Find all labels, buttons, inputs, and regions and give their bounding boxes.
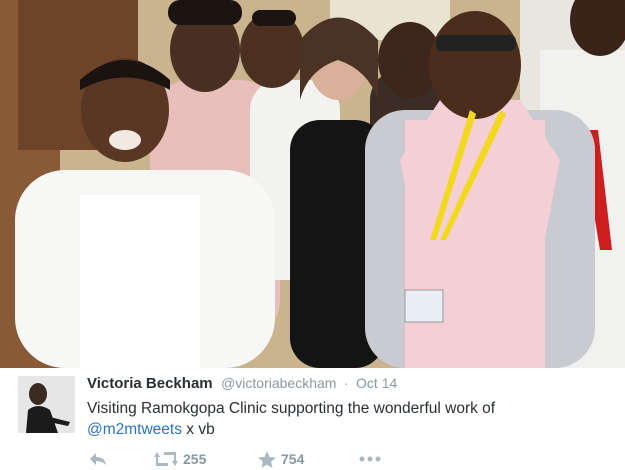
avatar-image [18,376,75,433]
tweet-timestamp[interactable]: Oct 14 [356,375,397,391]
favorite-count: 754 [281,451,305,467]
author-screen-name[interactable]: @victoriabeckham [221,375,336,391]
tweet-body: Victoria Beckham @victoriabeckham · Oct … [0,368,625,470]
tweet-photo[interactable] [0,0,625,368]
avatar[interactable] [18,376,75,433]
tweet-header: Victoria Beckham @victoriabeckham · Oct … [87,375,397,393]
separator-dot: · [343,375,349,391]
retweet-icon [154,452,178,466]
reply-icon [90,453,106,465]
retweet-button[interactable]: 255 [154,450,206,468]
tweet-text-part2: x vb [181,421,215,438]
retweet-count: 255 [183,451,207,467]
favorite-button[interactable]: 754 [258,450,304,468]
group-photo-illustration [0,0,625,368]
tweet-text-part1: Visiting Ramokgopa Clinic supporting the… [87,400,496,417]
mention-link[interactable]: @m2mtweets [87,421,182,438]
tweet-text: Visiting Ramokgopa Clinic supporting the… [87,398,607,440]
reply-button[interactable] [88,450,108,468]
more-options-button[interactable] [358,450,382,468]
star-icon [258,450,276,468]
tweet-actions: 255 754 [88,450,488,468]
ellipsis-icon [359,456,381,462]
author-display-name[interactable]: Victoria Beckham [87,375,213,392]
